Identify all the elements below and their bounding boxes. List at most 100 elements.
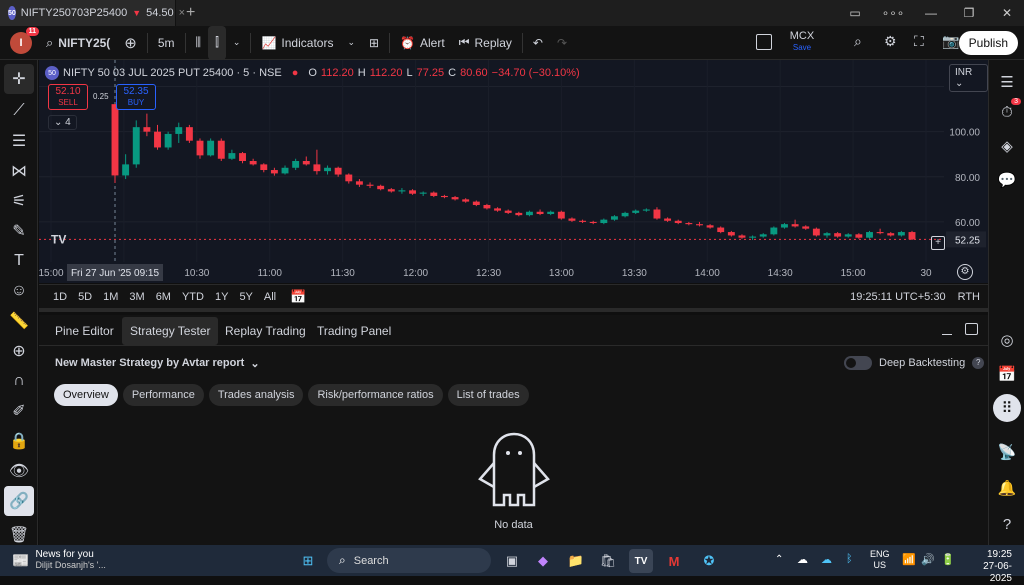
apps-icon[interactable]: ⠿ [993,394,1021,422]
price-chart[interactable]: 120.00100.0080.0060.0015:0010:0010:3011:… [39,60,988,283]
add-price-level-icon[interactable]: + [931,236,945,250]
tab-strategy-tester[interactable]: Strategy Tester [122,317,219,345]
zoom-in-icon[interactable]: ⊕ [4,336,34,366]
chart-settings-icon[interactable]: ⚙ [957,264,973,280]
range-6m[interactable]: 6M [156,291,171,303]
volume-icon[interactable]: 🔊 [921,553,935,566]
avatar[interactable]: I 11 [10,26,39,54]
browser-tab[interactable]: 50 NIFTY250703P25400 ▼ 54.50 × [0,0,185,26]
range-3m[interactable]: 3M [129,291,144,303]
fib-retracement-icon[interactable]: ☰ [4,126,34,156]
legend-title[interactable]: NIFTY 50 03 JUL 2025 PUT 25400 · 5 · NSE [63,67,282,79]
indicators-toggle[interactable]: ⌄ 4 [48,115,77,130]
copilot-icon[interactable]: ◆ [531,549,555,573]
language-indicator[interactable]: ENG US [870,549,890,571]
bluetooth-icon[interactable]: ᛒ [846,553,853,565]
minimize-panel-icon[interactable] [942,325,952,335]
templates-button[interactable]: ⊞ [362,26,386,60]
tab-trading-panel[interactable]: Trading Panel [309,317,399,345]
maximize-panel-icon[interactable] [965,323,978,335]
layout-save-button[interactable]: MCX Save [786,30,818,54]
patterns-icon[interactable]: ⋈ [4,156,34,186]
chevron-up-icon[interactable]: ⌃ [775,554,783,565]
indicators-button[interactable]: 📈 Indicators [254,26,340,60]
alert-button[interactable]: ⏰ Alert [393,26,452,60]
new-tab-icon[interactable]: + [186,4,195,22]
indicators-dropdown[interactable]: ⌄ [340,26,362,60]
camera-icon[interactable]: 📷 [942,33,959,50]
tab-pine-editor[interactable]: Pine Editor [47,317,122,345]
interval-button[interactable]: 5m [151,26,182,60]
undo-button[interactable]: ↶ [526,26,550,60]
browser-app-icon[interactable]: ✪ [697,549,721,573]
candles-style-button[interactable]: ⫿ [208,25,226,60]
magnet-icon[interactable]: ∩ [4,366,34,396]
close-tab-icon[interactable]: × [179,7,185,19]
help-icon[interactable]: ? [993,510,1021,538]
lock-icon[interactable]: 🔒 [4,426,34,456]
range-5y[interactable]: 5Y [239,291,252,303]
close-window-icon[interactable]: ✕ [990,0,1024,26]
mcafee-icon[interactable]: M [662,549,686,573]
store-icon[interactable]: 🛍 [596,549,620,573]
chart-style-dropdown[interactable]: ⌄ [226,26,248,60]
calendar-icon[interactable]: 📅 [993,360,1021,388]
candlestick-chart[interactable]: 120.00100.0080.0060.0015:0010:0010:3011:… [39,60,988,283]
wifi-icon[interactable]: 📶 [902,553,916,566]
minimize-icon[interactable]: — [914,0,948,26]
clock[interactable]: 19:25:11 UTC+5:30 [850,291,946,303]
tab-trades-analysis[interactable]: Trades analysis [208,384,304,406]
publish-button[interactable]: Publish [958,31,1018,55]
bars-style-button[interactable]: ⫼ [189,26,209,60]
more-icon[interactable]: ∘∘∘ [876,0,910,26]
tab-performance[interactable]: Performance [122,384,204,406]
session-toggle[interactable]: RTH [958,291,980,303]
tab-risk-ratios[interactable]: Risk/performance ratios [308,384,443,406]
windows-start-icon[interactable]: ⊞ [296,549,320,573]
system-clock[interactable]: 19:25 27-06-2025 [966,549,1012,585]
buy-button[interactable]: 52.35 BUY [116,84,156,110]
layout-icon[interactable]: ▭ [838,0,872,26]
alerts-clock-icon[interactable]: ⏱ 3 [993,98,1021,126]
range-all[interactable]: All [264,291,276,303]
crosshair-icon[interactable]: ✛ [4,64,34,94]
maximize-icon[interactable]: ❐ [952,0,986,26]
user-menu[interactable]: I 11 [0,26,39,60]
range-1m[interactable]: 1M [103,291,118,303]
trend-line-icon[interactable]: ⟋ [4,96,34,126]
compare-button[interactable]: ⊕ [117,26,144,60]
stay-drawing-icon[interactable]: ✐ [4,396,34,426]
tradingview-app-icon[interactable]: TV [629,549,653,573]
brush-icon[interactable]: ✎ [4,216,34,246]
emoji-icon[interactable]: ☺ [4,276,34,306]
tab-overview[interactable]: Overview [54,384,118,406]
cloud-icon[interactable]: ☁ [797,553,808,566]
task-view-icon[interactable]: ▣ [500,549,524,573]
link-icon[interactable]: 🔗 [4,486,34,516]
fullscreen-icon[interactable]: ⛶ [914,33,924,50]
quick-search-icon[interactable]: ⌕ [854,33,862,50]
taskbar-search[interactable]: ⌕ Search [327,548,491,573]
range-ytd[interactable]: YTD [182,291,204,303]
target-icon[interactable]: ◎ [993,326,1021,354]
settings-icon[interactable]: ⚙ [884,33,897,50]
range-1y[interactable]: 1Y [215,291,228,303]
tab-list-of-trades[interactable]: List of trades [447,384,529,406]
ruler-icon[interactable]: 📏 [4,306,34,336]
watchlist-icon[interactable]: ☰ [993,68,1021,96]
battery-icon[interactable]: 🔋 [941,553,955,566]
bell-icon[interactable]: 🔔 [993,474,1021,502]
range-1d[interactable]: 1D [53,291,67,303]
symbol-search[interactable]: ⌕ NIFTY25( [39,26,117,60]
news-widget[interactable]: 📰 News for you Diljit Dosanjh's '... [12,549,106,571]
tab-replay-trading[interactable]: Replay Trading [217,317,314,345]
chat-icon[interactable]: 💬 [993,166,1021,194]
layers-icon[interactable]: ◈ [993,132,1021,160]
range-5d[interactable]: 5D [78,291,92,303]
goto-date-icon[interactable]: 📅 [290,289,306,305]
eye-icon[interactable]: 👁 [4,456,34,486]
currency-select[interactable]: INR ⌄ [949,64,988,92]
deep-backtesting-toggle[interactable]: Deep Backtesting ? [844,356,985,370]
file-explorer-icon[interactable]: 📁 [564,549,588,573]
forecasting-icon[interactable]: ⚟ [4,186,34,216]
